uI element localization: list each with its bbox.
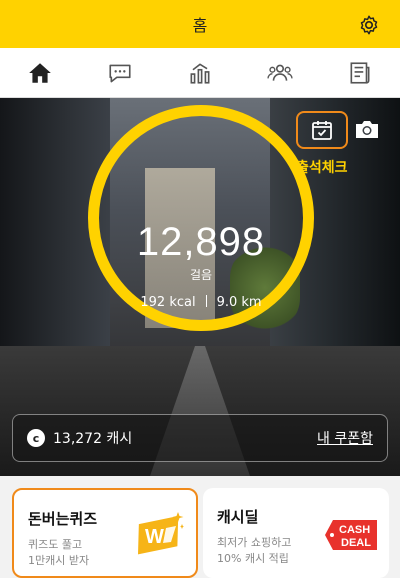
activity-stats: 192 kcal 9.0 km bbox=[88, 295, 314, 310]
attendance-check-button[interactable] bbox=[296, 111, 348, 149]
step-count: 12,898 bbox=[136, 220, 266, 264]
main-tab-bar bbox=[0, 48, 400, 98]
calendar-check-icon bbox=[312, 121, 332, 140]
friends-icon bbox=[267, 64, 293, 81]
money-quiz-card[interactable]: 돈버는퀴즈 퀴즈도 풀고 1만캐시 받자 W bbox=[12, 488, 198, 578]
my-coupon-link[interactable]: 내 쿠폰함 bbox=[317, 428, 373, 448]
cash-deal-logo: CASH DEAL bbox=[325, 520, 377, 550]
page-title: 홈 bbox=[192, 16, 208, 35]
cash-balance-bar: c 13,272 캐시 내 쿠폰함 bbox=[12, 414, 388, 462]
attendance-check-label[interactable]: 출석체크 bbox=[296, 157, 348, 177]
gear-icon[interactable] bbox=[358, 14, 380, 36]
svg-text:W: W bbox=[145, 526, 164, 548]
stats-icon bbox=[190, 62, 210, 84]
cash-deal-logo-top: CASH bbox=[339, 524, 370, 536]
step-unit-label: 걸음 bbox=[189, 268, 213, 282]
news-icon bbox=[350, 61, 370, 84]
tab-chat[interactable] bbox=[100, 53, 140, 93]
distance-value: 9.0 km bbox=[216, 295, 262, 310]
tab-home[interactable] bbox=[20, 53, 60, 93]
cash-deal-logo-bottom: DEAL bbox=[341, 537, 371, 549]
stats-divider bbox=[205, 295, 207, 307]
home-icon bbox=[29, 62, 51, 83]
tab-stats[interactable] bbox=[180, 53, 220, 93]
cash-deal-card[interactable]: 캐시딜 최저가 쇼핑하고 10% 캐시 적립 CASH DEAL bbox=[203, 488, 389, 578]
top-header: 홈 bbox=[0, 0, 400, 48]
tab-friends[interactable] bbox=[260, 53, 300, 93]
quiz-logo-icon: W bbox=[138, 512, 184, 555]
camera-icon[interactable] bbox=[354, 118, 380, 140]
cash-amount: 13,272 캐시 bbox=[53, 431, 133, 447]
cash-coin-icon: c bbox=[27, 429, 45, 447]
chat-icon bbox=[109, 64, 131, 82]
tab-news[interactable] bbox=[340, 53, 380, 93]
kcal-value: 192 kcal bbox=[140, 295, 196, 310]
